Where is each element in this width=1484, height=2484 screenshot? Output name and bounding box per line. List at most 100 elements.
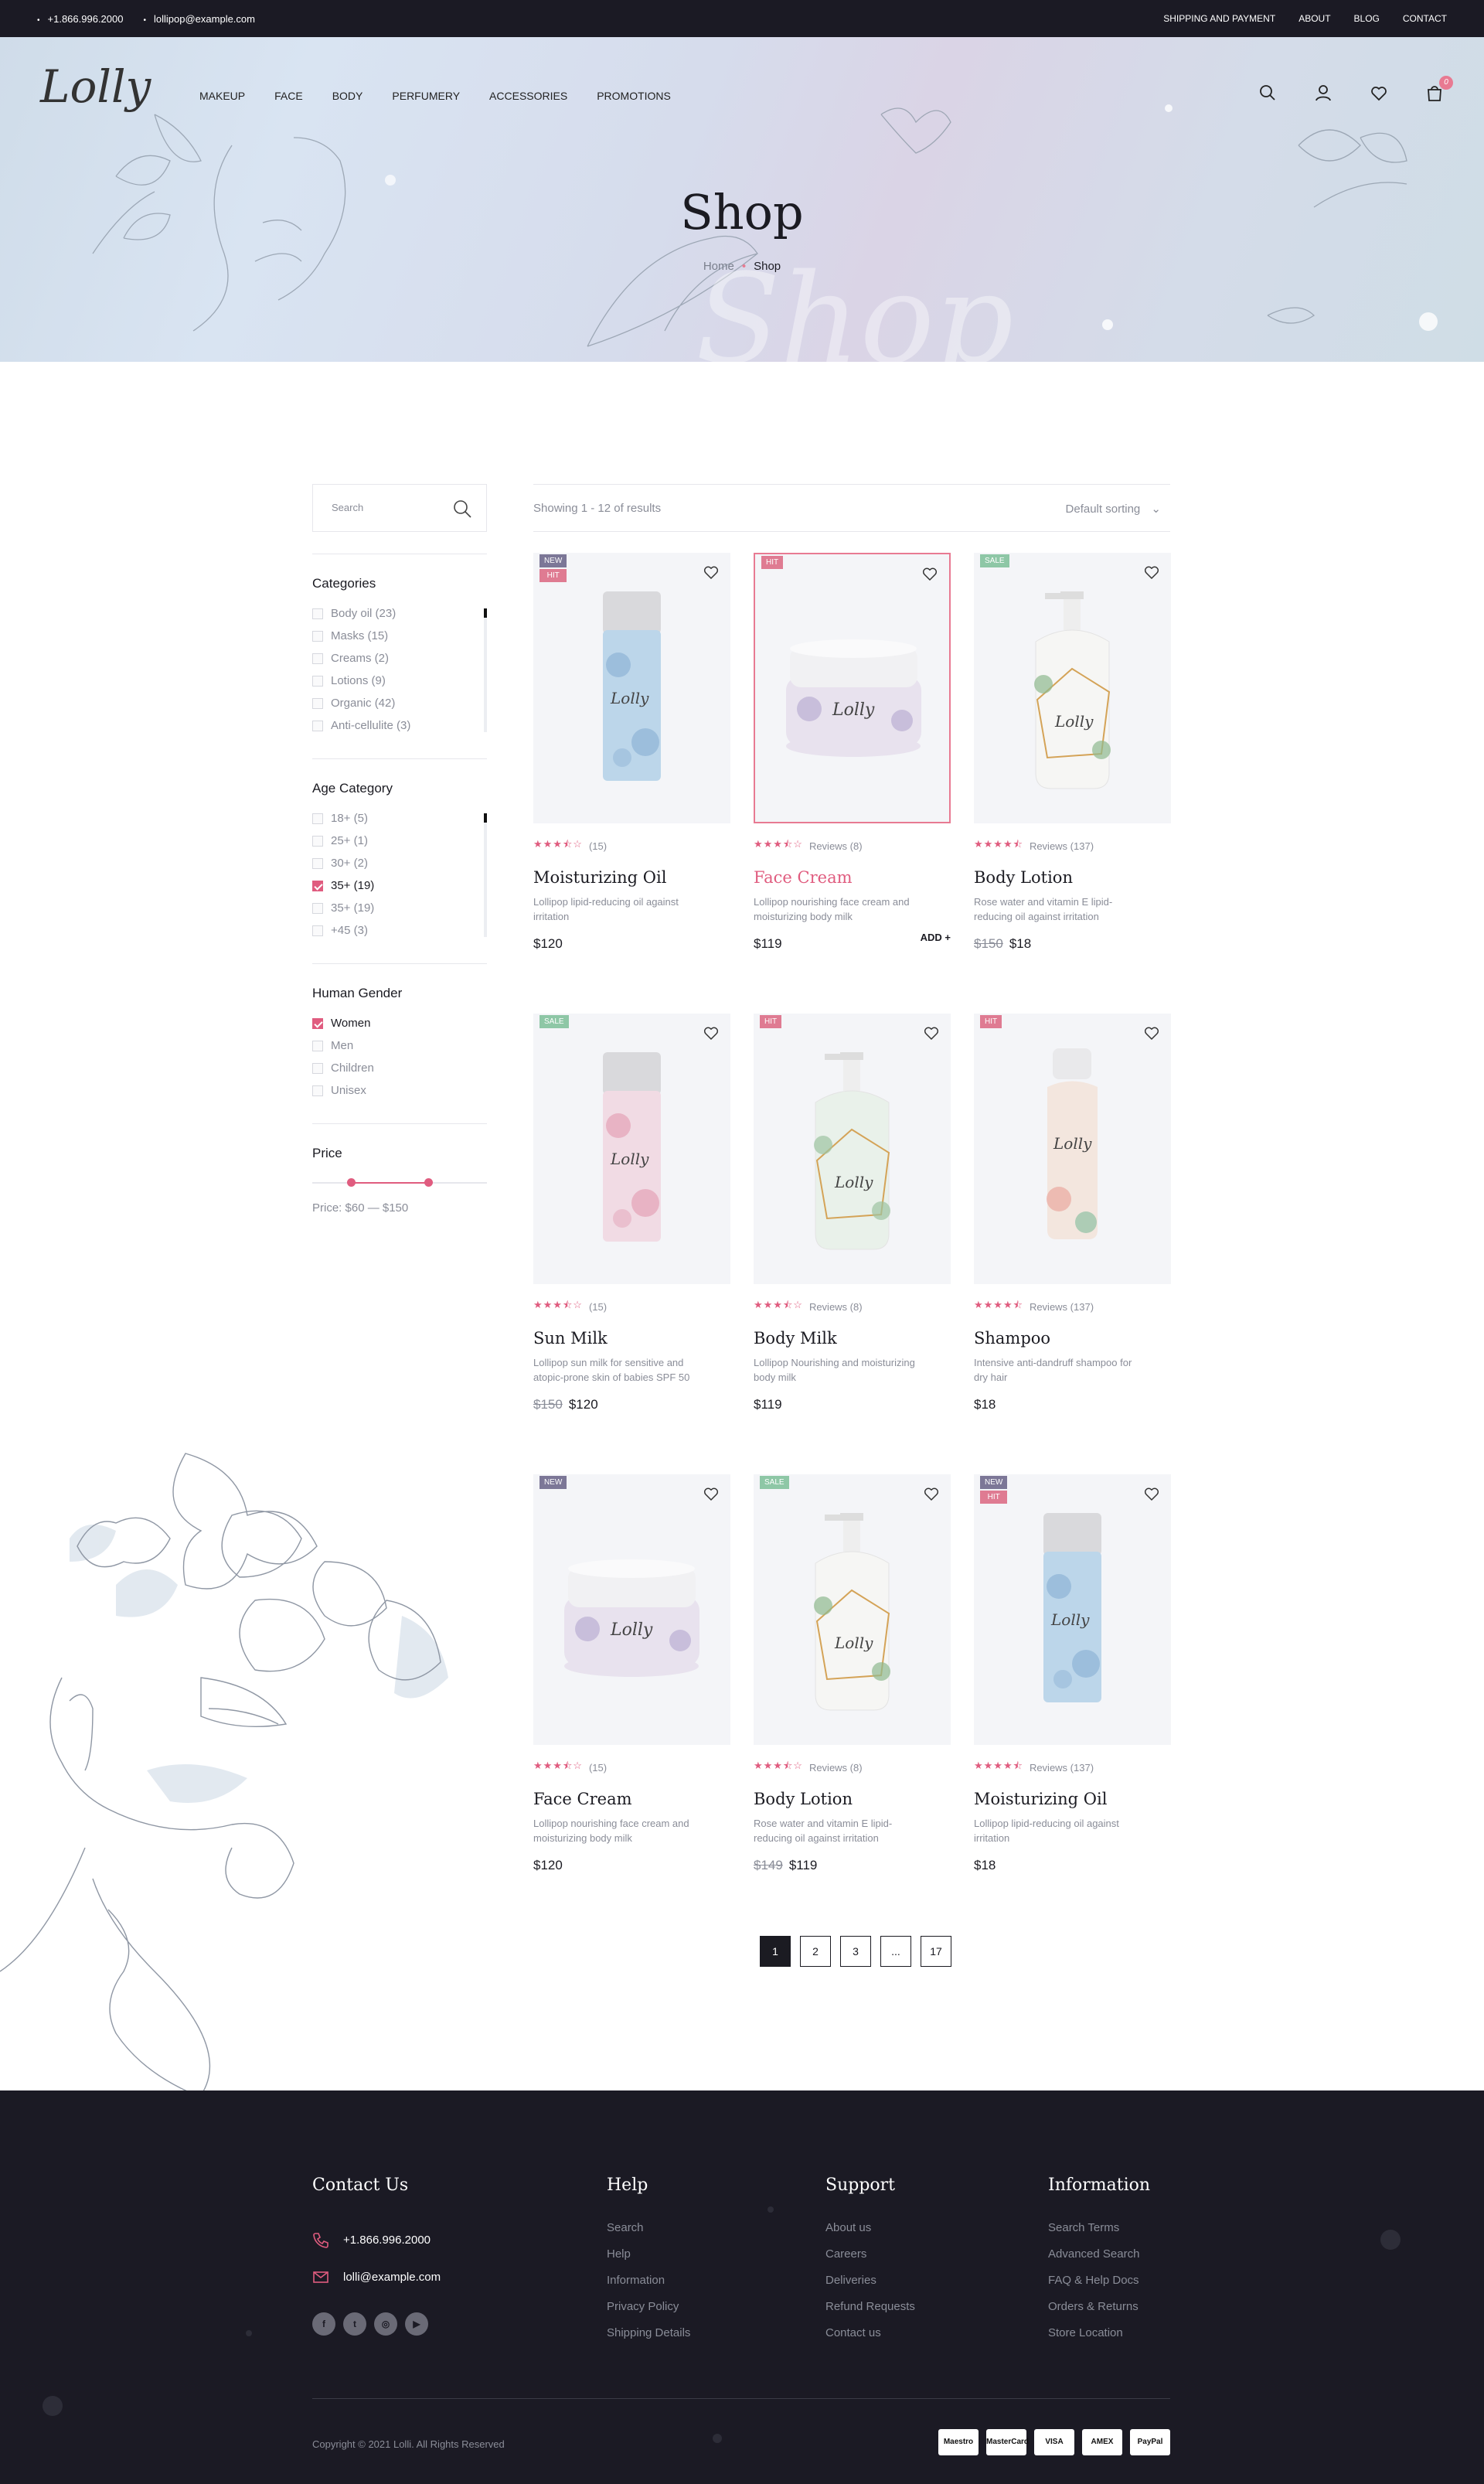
product-card[interactable]: NEW HIT Lolly ★★★★⯪ Reviews (137) Moisturizin…: [974, 1474, 1171, 1935]
checkbox[interactable]: [312, 1062, 323, 1074]
footer-link[interactable]: Information: [607, 2274, 690, 2300]
gender-option[interactable]: Children: [312, 1057, 487, 1079]
search-icon[interactable]: [1258, 83, 1278, 104]
footer-link[interactable]: Refund Requests: [825, 2300, 915, 2326]
review-count[interactable]: Reviews (8): [809, 1301, 863, 1313]
checkbox-checked[interactable]: [312, 1017, 323, 1029]
gender-option-checked[interactable]: Women: [312, 1012, 487, 1034]
link-shipping[interactable]: SHIPPING AND PAYMENT: [1163, 13, 1275, 24]
wishlist-heart-icon[interactable]: [1370, 83, 1390, 104]
checkbox[interactable]: [312, 1040, 323, 1051]
product-name[interactable]: Body Lotion: [754, 1790, 951, 1808]
nav-perfumery[interactable]: PERFUMERY: [392, 90, 460, 102]
page-1[interactable]: 1: [760, 1936, 791, 1967]
age-option[interactable]: 25+ (1): [312, 830, 487, 852]
category-option[interactable]: Masks (15): [312, 625, 487, 647]
age-option[interactable]: 18+ (5): [312, 807, 487, 830]
footer-email[interactable]: lolli@example.com: [312, 2258, 441, 2295]
age-option[interactable]: 35+ (19): [312, 897, 487, 919]
review-count[interactable]: Reviews (8): [809, 1762, 863, 1774]
categories-scrollbar[interactable]: [484, 608, 487, 732]
page-3[interactable]: 3: [840, 1936, 871, 1967]
heart-icon[interactable]: [703, 564, 720, 581]
footer-link[interactable]: Orders & Returns: [1048, 2300, 1150, 2326]
checkbox[interactable]: [312, 608, 323, 619]
product-image[interactable]: NEW HIT Lolly: [974, 1474, 1171, 1745]
product-card[interactable]: SALE Lolly ★★★⯪☆ Reviews (8) Body Lotion Rose…: [754, 1474, 951, 1935]
product-card[interactable]: NEW Lolly ★★★⯪☆ (15) Face Cream Lollipop nour…: [533, 1474, 730, 1935]
instagram-icon[interactable]: ◎: [374, 2312, 397, 2336]
product-name[interactable]: Body Lotion: [974, 868, 1171, 887]
link-about[interactable]: ABOUT: [1298, 13, 1330, 24]
search-box[interactable]: Search: [312, 484, 487, 532]
product-image[interactable]: NEW Lolly: [533, 1474, 730, 1745]
nav-body[interactable]: BODY: [332, 90, 363, 102]
checkbox[interactable]: [312, 925, 323, 936]
footer-link[interactable]: Shipping Details: [607, 2326, 690, 2353]
heart-icon[interactable]: [1143, 1485, 1160, 1502]
product-image[interactable]: HIT Lolly: [754, 1014, 951, 1284]
topbar-email[interactable]: lollipop@example.com: [143, 13, 255, 25]
product-card[interactable]: HIT Lolly ★★★★⯪ Reviews (137) Shampoo Intensi…: [974, 1014, 1171, 1474]
heart-icon[interactable]: [921, 565, 938, 582]
age-scrollbar[interactable]: [484, 813, 487, 937]
age-option[interactable]: 30+ (2): [312, 852, 487, 874]
footer-link[interactable]: Help: [607, 2247, 690, 2274]
product-name[interactable]: Sun Milk: [533, 1329, 730, 1348]
page-ellipsis[interactable]: ...: [880, 1936, 911, 1967]
footer-link[interactable]: Search Terms: [1048, 2221, 1150, 2247]
heart-icon[interactable]: [703, 1024, 720, 1041]
page-last[interactable]: 17: [921, 1936, 951, 1967]
product-name[interactable]: Face Cream: [754, 868, 951, 887]
checkbox[interactable]: [312, 857, 323, 869]
product-name[interactable]: Face Cream: [533, 1790, 730, 1808]
product-image[interactable]: HIT Lolly: [974, 1014, 1171, 1284]
review-count[interactable]: (15): [589, 1301, 607, 1313]
search-icon[interactable]: [452, 499, 472, 519]
heart-icon[interactable]: [1143, 1024, 1160, 1041]
search-input[interactable]: Search: [332, 502, 363, 513]
heart-icon[interactable]: [923, 1485, 940, 1502]
age-option[interactable]: +45 (3): [312, 919, 487, 942]
site-logo[interactable]: Lolly: [40, 60, 151, 113]
category-option[interactable]: Creams (2): [312, 647, 487, 670]
review-count[interactable]: Reviews (137): [1030, 1762, 1094, 1774]
category-option[interactable]: Body oil (23): [312, 602, 487, 625]
checkbox[interactable]: [312, 675, 323, 687]
footer-link[interactable]: About us: [825, 2221, 915, 2247]
footer-link[interactable]: Deliveries: [825, 2274, 915, 2300]
checkbox[interactable]: [312, 813, 323, 824]
facebook-icon[interactable]: f: [312, 2312, 335, 2336]
review-count[interactable]: (15): [589, 1762, 607, 1774]
checkbox[interactable]: [312, 697, 323, 709]
checkbox[interactable]: [312, 902, 323, 914]
user-icon[interactable]: [1314, 83, 1334, 104]
checkbox-checked[interactable]: [312, 880, 323, 891]
footer-link[interactable]: FAQ & Help Docs: [1048, 2274, 1150, 2300]
product-name[interactable]: Moisturizing Oil: [533, 868, 730, 887]
gender-option[interactable]: Men: [312, 1034, 487, 1057]
nav-promotions[interactable]: PROMOTIONS: [597, 90, 671, 102]
heart-icon[interactable]: [923, 1024, 940, 1041]
checkbox[interactable]: [312, 653, 323, 664]
category-option[interactable]: Anti-cellulite (3): [312, 714, 487, 737]
product-image[interactable]: SALE Lolly: [533, 1014, 730, 1284]
footer-link[interactable]: Privacy Policy: [607, 2300, 690, 2326]
footer-link[interactable]: Careers: [825, 2247, 915, 2274]
product-card[interactable]: HIT Lolly ★★★⯪☆ Reviews (8) Face Cream Lollip…: [754, 553, 951, 1014]
heart-icon[interactable]: [703, 1485, 720, 1502]
breadcrumb-home[interactable]: Home: [703, 260, 734, 273]
product-image[interactable]: SALE Lolly: [974, 553, 1171, 823]
topbar-phone[interactable]: +1.866.996.2000: [37, 13, 124, 25]
product-card[interactable]: SALE Lolly ★★★★⯪ Reviews (137) Body Lotion Ro…: [974, 553, 1171, 1014]
product-image[interactable]: HIT Lolly: [754, 553, 951, 823]
review-count[interactable]: (15): [589, 840, 607, 852]
twitter-icon[interactable]: t: [343, 2312, 366, 2336]
review-count[interactable]: Reviews (137): [1030, 1301, 1094, 1313]
add-to-cart-button[interactable]: ADD +: [921, 932, 951, 1014]
review-count[interactable]: Reviews (137): [1030, 840, 1094, 852]
sort-select[interactable]: Default sorting ⌄: [1066, 502, 1161, 516]
product-image[interactable]: SALE Lolly: [754, 1474, 951, 1745]
footer-link[interactable]: Store Location: [1048, 2326, 1150, 2353]
link-blog[interactable]: BLOG: [1354, 13, 1380, 24]
